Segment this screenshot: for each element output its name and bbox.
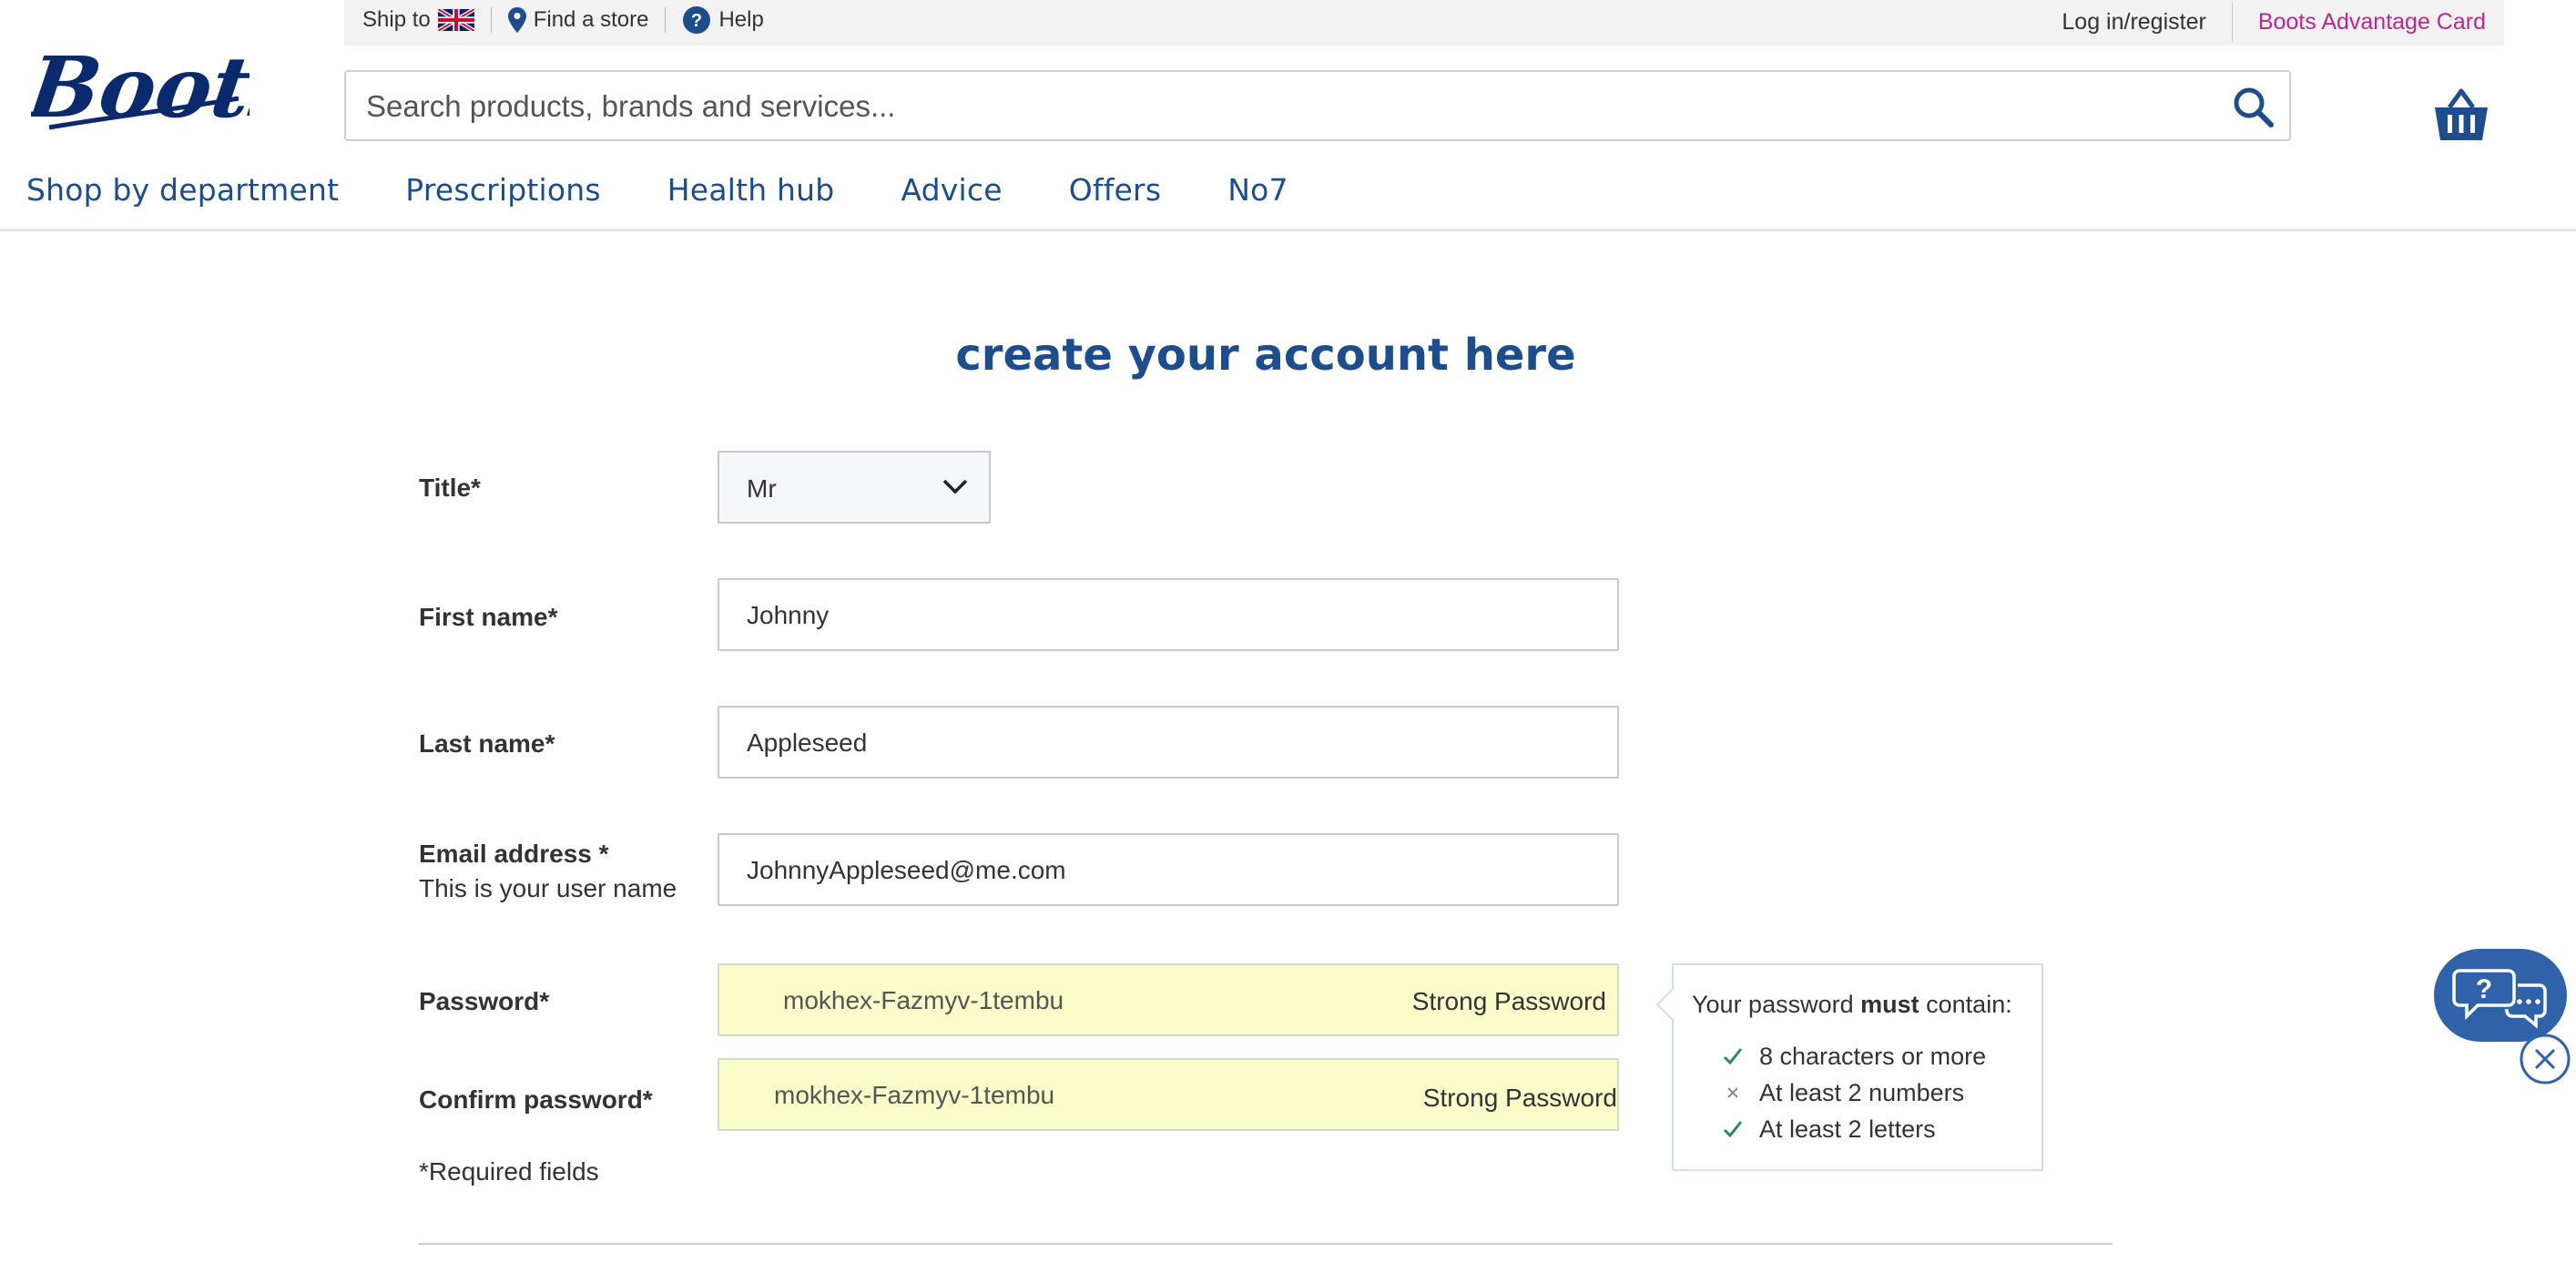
email-field [718, 833, 1619, 906]
divider [665, 7, 667, 33]
title-label-text: Title* [419, 474, 481, 502]
nav-advice[interactable]: Advice [901, 172, 1002, 208]
check-icon [1723, 1121, 1743, 1138]
confirm-password-label: Confirm password* [419, 1085, 653, 1115]
password-label-text: Password* [419, 987, 550, 1015]
find-store-label: Find a store [533, 7, 649, 32]
last-name-label-text: Last name* [419, 729, 555, 758]
svg-text:?: ? [2476, 974, 2492, 1004]
rule-item: 8 characters or more [1721, 1038, 1986, 1074]
search-bar [344, 70, 2291, 141]
svg-text:?: ? [691, 11, 702, 31]
rules-title-prefix: Your password [1692, 991, 1861, 1018]
rule-text: At least 2 numbers [1759, 1078, 1965, 1106]
form-divider [419, 1243, 2113, 1245]
location-pin-icon [507, 7, 526, 33]
confirm-password-strength: Strong Password [1422, 1084, 1617, 1112]
tooltip-arrow [1655, 987, 1690, 1022]
help-question-icon: ? [683, 6, 711, 34]
email-label: Email address * This is your user name [419, 840, 677, 903]
nav-health-hub[interactable]: Health hub [667, 172, 835, 208]
confirm-password-input[interactable] [772, 1060, 1322, 1131]
last-name-label: Last name* [419, 729, 555, 759]
confirm-password-label-text: Confirm password* [419, 1085, 653, 1114]
account-links: Log in/register Boots Advantage Card [2062, 0, 2486, 44]
confirm-password-field: Strong Password [718, 1058, 1619, 1131]
password-rules-tooltip: Your password must contain: 8 characters… [1655, 963, 2043, 1171]
required-fields-note: *Required fields [419, 1157, 599, 1186]
email-label-text: Email address * [419, 840, 609, 868]
last-name-field [718, 706, 1619, 779]
rules-title-emphasis: must [1860, 991, 1919, 1018]
last-name-input[interactable] [745, 708, 1586, 779]
ship-to-link[interactable]: Ship to [362, 7, 474, 33]
basket-icon[interactable] [2431, 87, 2491, 144]
password-rules-title: Your password must contain: [1692, 991, 2012, 1019]
title-selected-value: Mr [747, 474, 777, 503]
nav-divider [0, 229, 2576, 231]
divider [2231, 2, 2233, 42]
advantage-card-link[interactable]: Boots Advantage Card [2258, 9, 2486, 36]
chat-help-icon[interactable]: ? [2432, 947, 2569, 1044]
first-name-label: First name* [419, 603, 558, 632]
password-field: Strong Password [718, 963, 1619, 1036]
svg-text:Boots: Boots [31, 37, 249, 136]
utility-bar: Ship to Find a store ? Help Log in/regis… [344, 0, 2504, 46]
boots-logo[interactable]: Boots [31, 25, 249, 144]
title-select[interactable]: Mr [718, 451, 991, 524]
ship-to-label: Ship to [362, 7, 431, 32]
close-chat-icon[interactable] [2519, 1033, 2571, 1085]
help-link[interactable]: ? Help [682, 5, 764, 35]
title-label: Title* [419, 474, 481, 503]
search-input[interactable] [364, 72, 2098, 141]
rule-item: At least 2 letters [1721, 1111, 1986, 1147]
first-name-label-text: First name* [419, 603, 558, 631]
nav-offers[interactable]: Offers [1069, 172, 1161, 208]
search-icon[interactable] [2231, 85, 2276, 130]
chevron-down-icon [942, 479, 968, 494]
divider [490, 7, 492, 33]
password-strength: Strong Password [1411, 987, 1606, 1015]
find-store-link[interactable]: Find a store [507, 7, 649, 33]
rule-item: At least 2 numbers [1721, 1074, 1986, 1111]
utility-links: Ship to Find a store ? Help [362, 0, 764, 40]
check-icon [1723, 1048, 1743, 1065]
password-input[interactable] [781, 965, 1331, 1036]
first-name-input[interactable] [745, 580, 1586, 651]
login-register-link[interactable]: Log in/register [2062, 9, 2205, 36]
main-nav: Shop by department Prescriptions Health … [0, 164, 1329, 215]
rule-text: 8 characters or more [1759, 1042, 1987, 1070]
first-name-field [718, 578, 1619, 651]
rules-title-suffix: contain: [1919, 991, 2012, 1018]
help-label: Help [718, 7, 764, 32]
email-input[interactable] [745, 835, 1586, 906]
password-rules-list: 8 characters or more At least 2 numbers … [1721, 1038, 1986, 1147]
nav-shop-by-department[interactable]: Shop by department [26, 172, 339, 208]
uk-flag-icon [437, 9, 474, 31]
nav-prescriptions[interactable]: Prescriptions [405, 172, 601, 208]
cross-icon [1727, 1087, 1738, 1098]
page-title: create your account here [955, 330, 1576, 381]
email-hint: This is your user name [419, 874, 677, 902]
nav-no7[interactable]: No7 [1227, 172, 1288, 208]
password-label: Password* [419, 987, 549, 1016]
rule-text: At least 2 letters [1759, 1115, 1936, 1143]
